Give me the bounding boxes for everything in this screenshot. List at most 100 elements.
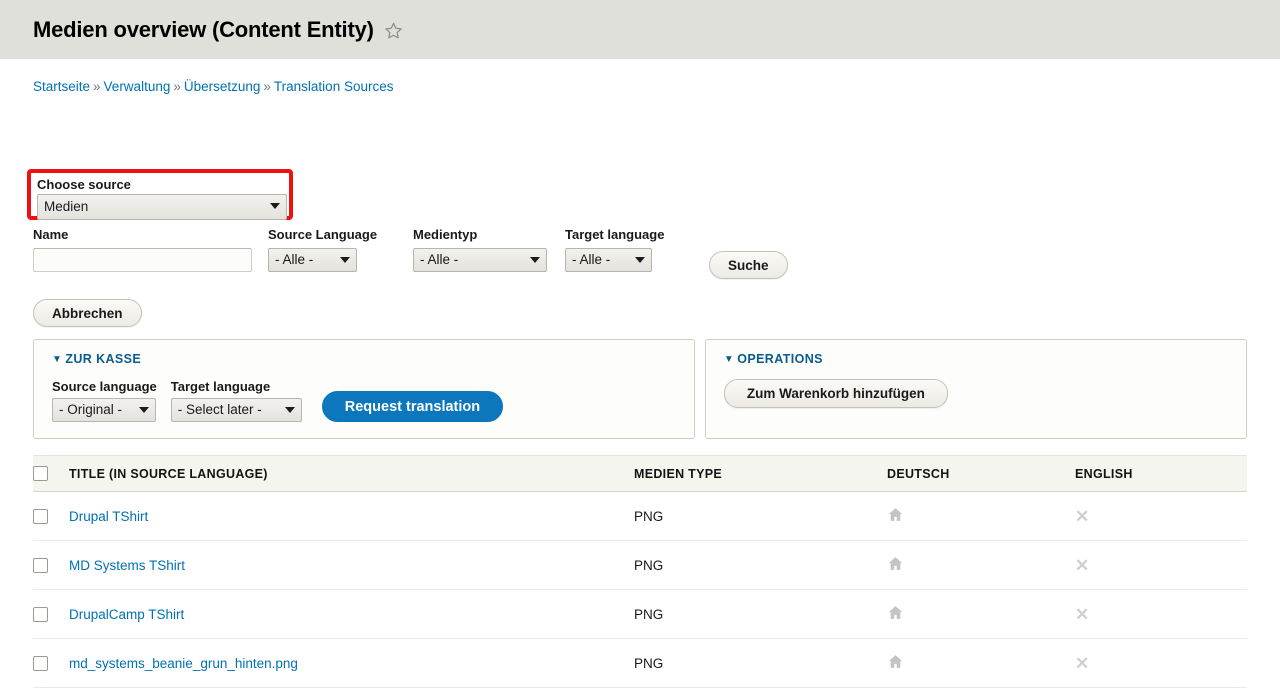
search-button[interactable]: Suche bbox=[709, 251, 788, 279]
breadcrumb-separator: » bbox=[263, 79, 271, 94]
filter-name-control bbox=[33, 248, 252, 272]
operations-panel-title[interactable]: ▼ Operations bbox=[724, 352, 1230, 366]
media-table: Title (in source language) Medien type D… bbox=[33, 454, 1247, 688]
checkout-panel-body: Source language - Original - Target lang… bbox=[52, 379, 678, 422]
media-table-wrap: Title (in source language) Medien type D… bbox=[33, 454, 1247, 688]
page-header: Medien overview (Content Entity) bbox=[0, 0, 1280, 59]
breadcrumb-item-ubersetzung[interactable]: Übersetzung bbox=[184, 79, 261, 94]
row-checkbox[interactable] bbox=[33, 607, 48, 623]
home-icon[interactable] bbox=[887, 604, 904, 621]
row-title-link[interactable]: Drupal TShirt bbox=[69, 509, 148, 524]
breadcrumb-item-translation-sources[interactable]: Translation Sources bbox=[274, 79, 394, 94]
row-deutsch-cell bbox=[887, 589, 1075, 640]
row-title-cell: md_systems_beanie_grun_hinten.png bbox=[69, 638, 634, 688]
add-to-cart-button[interactable]: Zum Warenkorb hinzufügen bbox=[723, 379, 948, 408]
row-checkbox[interactable] bbox=[33, 558, 48, 574]
filter-name-input[interactable] bbox=[33, 248, 252, 272]
row-select-cell bbox=[33, 589, 69, 640]
title-header[interactable]: Title (in source language) bbox=[69, 454, 634, 493]
filter-name: Name bbox=[33, 227, 252, 272]
checkout-source-language: Source language - Original - bbox=[52, 379, 157, 422]
breadcrumb: Startseite» Verwaltung» Übersetzung» Transl… bbox=[33, 59, 1247, 94]
checkout-source-language-select[interactable]: - Original - bbox=[52, 398, 156, 422]
select-all-header bbox=[33, 454, 69, 493]
row-media-type-cell: PNG bbox=[634, 589, 887, 640]
row-deutsch-cell bbox=[887, 638, 1075, 688]
filter-name-label: Name bbox=[33, 227, 69, 242]
star-outline-icon[interactable] bbox=[384, 21, 403, 40]
home-icon[interactable] bbox=[887, 506, 904, 523]
operations-panel: ▼ Operations Zum Warenkorb hinzufügen bbox=[704, 339, 1247, 439]
row-title-cell: Drupal TShirt bbox=[69, 491, 634, 542]
request-translation-button[interactable]: Request translation bbox=[321, 391, 504, 422]
table-row: Drupal TShirt PNG ✕ bbox=[33, 491, 1247, 542]
row-english-cell: ✕ bbox=[1075, 540, 1247, 591]
filter-target-language-select[interactable]: - Alle - bbox=[565, 248, 652, 272]
choose-source-select[interactable]: Medien bbox=[37, 194, 287, 220]
home-icon[interactable] bbox=[887, 555, 904, 572]
media-table-body: Drupal TShirt PNG ✕ MD Systems TShirt PN… bbox=[33, 491, 1247, 688]
table-row: DrupalCamp TShirt PNG ✕ bbox=[33, 589, 1247, 640]
checkout-target-language-select[interactable]: - Select later - bbox=[170, 398, 302, 422]
checkout-panel: ▼ Zur Kasse Source language - Original - … bbox=[33, 339, 695, 439]
table-header-row: Title (in source language) Medien type D… bbox=[33, 454, 1247, 493]
filter-source-language-select-wrap[interactable]: - Alle - bbox=[268, 248, 357, 272]
x-icon[interactable]: ✕ bbox=[1075, 508, 1089, 525]
checkout-target-language-select-wrap[interactable]: - Select later - bbox=[170, 398, 302, 422]
x-icon[interactable]: ✕ bbox=[1075, 606, 1089, 623]
x-icon[interactable]: ✕ bbox=[1075, 557, 1089, 574]
english-header[interactable]: English bbox=[1075, 454, 1247, 493]
x-icon[interactable]: ✕ bbox=[1075, 655, 1089, 672]
row-deutsch-cell bbox=[887, 491, 1075, 542]
row-title-cell: DrupalCamp TShirt bbox=[69, 589, 634, 640]
filter-media-type-select[interactable]: - Alle - bbox=[413, 248, 547, 272]
row-english-cell: ✕ bbox=[1075, 491, 1247, 542]
filter-media-type-control: - Alle - bbox=[413, 248, 547, 272]
filter-media-type-select-wrap[interactable]: - Alle - bbox=[413, 248, 547, 272]
operations-panel-body: Zum Warenkorb hinzufügen bbox=[723, 379, 1230, 408]
row-media-type-cell: PNG bbox=[634, 638, 887, 688]
media-table-head: Title (in source language) Medien type D… bbox=[33, 454, 1247, 493]
row-select-cell bbox=[33, 540, 69, 591]
media-type-header[interactable]: Medien type bbox=[634, 454, 887, 493]
page-content: Startseite» Verwaltung» Übersetzung» Transl… bbox=[0, 59, 1280, 688]
filter-source-language-control: - Alle - bbox=[268, 248, 357, 272]
filter-target-language-label: Target language bbox=[565, 227, 665, 242]
row-checkbox[interactable] bbox=[33, 656, 48, 672]
breadcrumb-item-startseite[interactable]: Startseite bbox=[33, 79, 90, 94]
row-title-link[interactable]: DrupalCamp TShirt bbox=[69, 607, 184, 622]
filter-media-type: Medientyp - Alle - bbox=[413, 227, 547, 272]
row-title-link[interactable]: md_systems_beanie_grun_hinten.png bbox=[69, 656, 298, 671]
row-english-cell: ✕ bbox=[1075, 589, 1247, 640]
checkout-panel-title[interactable]: ▼ Zur Kasse bbox=[52, 352, 678, 366]
row-select-cell bbox=[33, 491, 69, 542]
filter-source-language-label: Source Language bbox=[268, 227, 378, 242]
filter-target-language-select-wrap[interactable]: - Alle - bbox=[565, 248, 652, 272]
select-all-checkbox[interactable] bbox=[33, 466, 48, 482]
search-button-wrap: Suche bbox=[709, 251, 788, 279]
table-row: md_systems_beanie_grun_hinten.png PNG ✕ bbox=[33, 638, 1247, 688]
filter-media-type-label: Medientyp bbox=[413, 227, 478, 242]
row-deutsch-cell bbox=[887, 540, 1075, 591]
cancel-button-wrap: Abbrechen bbox=[33, 299, 142, 327]
choose-source-select-wrap[interactable]: Medien bbox=[37, 194, 287, 220]
checkout-panel-title-label: Zur Kasse bbox=[65, 352, 142, 366]
row-checkbox[interactable] bbox=[33, 509, 48, 525]
filter-target-language: Target language - Alle - bbox=[565, 227, 665, 272]
checkout-source-language-select-wrap[interactable]: - Original - bbox=[52, 398, 156, 422]
choose-source-label: Choose source bbox=[37, 177, 131, 192]
filter-source-language-select[interactable]: - Alle - bbox=[268, 248, 357, 272]
checkout-source-language-label: Source language bbox=[52, 379, 157, 394]
cancel-button[interactable]: Abbrechen bbox=[33, 299, 142, 327]
checkout-target-language: Target language - Select later - bbox=[170, 379, 302, 422]
triangle-down-icon: ▼ bbox=[723, 354, 735, 365]
checkout-target-language-label: Target language bbox=[170, 379, 271, 394]
home-icon[interactable] bbox=[887, 653, 904, 670]
breadcrumb-item-verwaltung[interactable]: Verwaltung bbox=[104, 79, 171, 94]
page-title: Medien overview (Content Entity) bbox=[33, 16, 374, 42]
row-title-link[interactable]: MD Systems TShirt bbox=[69, 558, 185, 573]
deutsch-header[interactable]: Deutsch bbox=[887, 454, 1075, 493]
triangle-down-icon: ▼ bbox=[52, 354, 63, 365]
breadcrumb-separator: » bbox=[173, 79, 181, 94]
row-english-cell: ✕ bbox=[1075, 638, 1247, 688]
